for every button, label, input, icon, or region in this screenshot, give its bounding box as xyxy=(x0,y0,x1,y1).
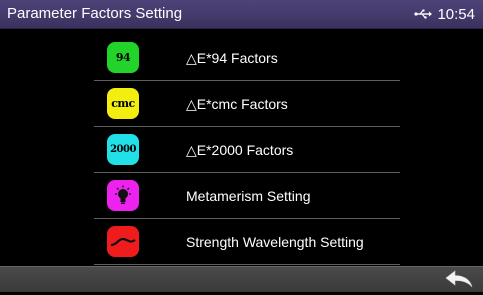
menu-item-metamerism[interactable]: Metamerism Setting xyxy=(94,173,400,219)
back-arrow-icon xyxy=(445,270,473,288)
lightbulb-icon xyxy=(107,180,139,211)
bottom-bar xyxy=(0,266,483,292)
menu-item-strength-wavelength[interactable]: Strength Wavelength Setting xyxy=(94,219,400,265)
back-button[interactable] xyxy=(441,269,475,290)
decmc-icon: cmc xyxy=(107,88,139,119)
menu-item-label: △E*94 Factors xyxy=(186,50,278,66)
menu-item-decmc[interactable]: cmc △E*cmc Factors xyxy=(94,81,400,127)
menu-item-de94[interactable]: 94 △E*94 Factors xyxy=(94,35,400,81)
menu-item-label: △E*cmc Factors xyxy=(186,96,288,112)
wave-glyph xyxy=(110,237,136,246)
decmc-icon-label: cmc xyxy=(111,96,135,110)
de2000-icon: 2000 xyxy=(107,134,139,165)
usb-icon xyxy=(414,9,433,19)
de2000-icon-label: 2000 xyxy=(110,143,136,155)
clock: 10:54 xyxy=(437,5,475,23)
menu-item-label: △E*2000 Factors xyxy=(186,142,294,158)
de94-icon-label: 94 xyxy=(115,50,131,64)
lightbulb-glyph xyxy=(115,185,131,204)
factor-menu: 94 △E*94 Factors cmc △E*cmc Factors 2000… xyxy=(94,35,400,265)
menu-item-label: Strength Wavelength Setting xyxy=(186,234,364,250)
menu-item-de2000[interactable]: 2000 △E*2000 Factors xyxy=(94,127,400,173)
menu-item-label: Metamerism Setting xyxy=(186,188,311,204)
wave-icon xyxy=(107,226,139,257)
status-area: 10:54 xyxy=(414,4,475,24)
de94-icon: 94 xyxy=(107,42,139,73)
title-bar: Parameter Factors Setting 10:54 xyxy=(0,0,483,29)
page-title: Parameter Factors Setting xyxy=(7,5,183,22)
